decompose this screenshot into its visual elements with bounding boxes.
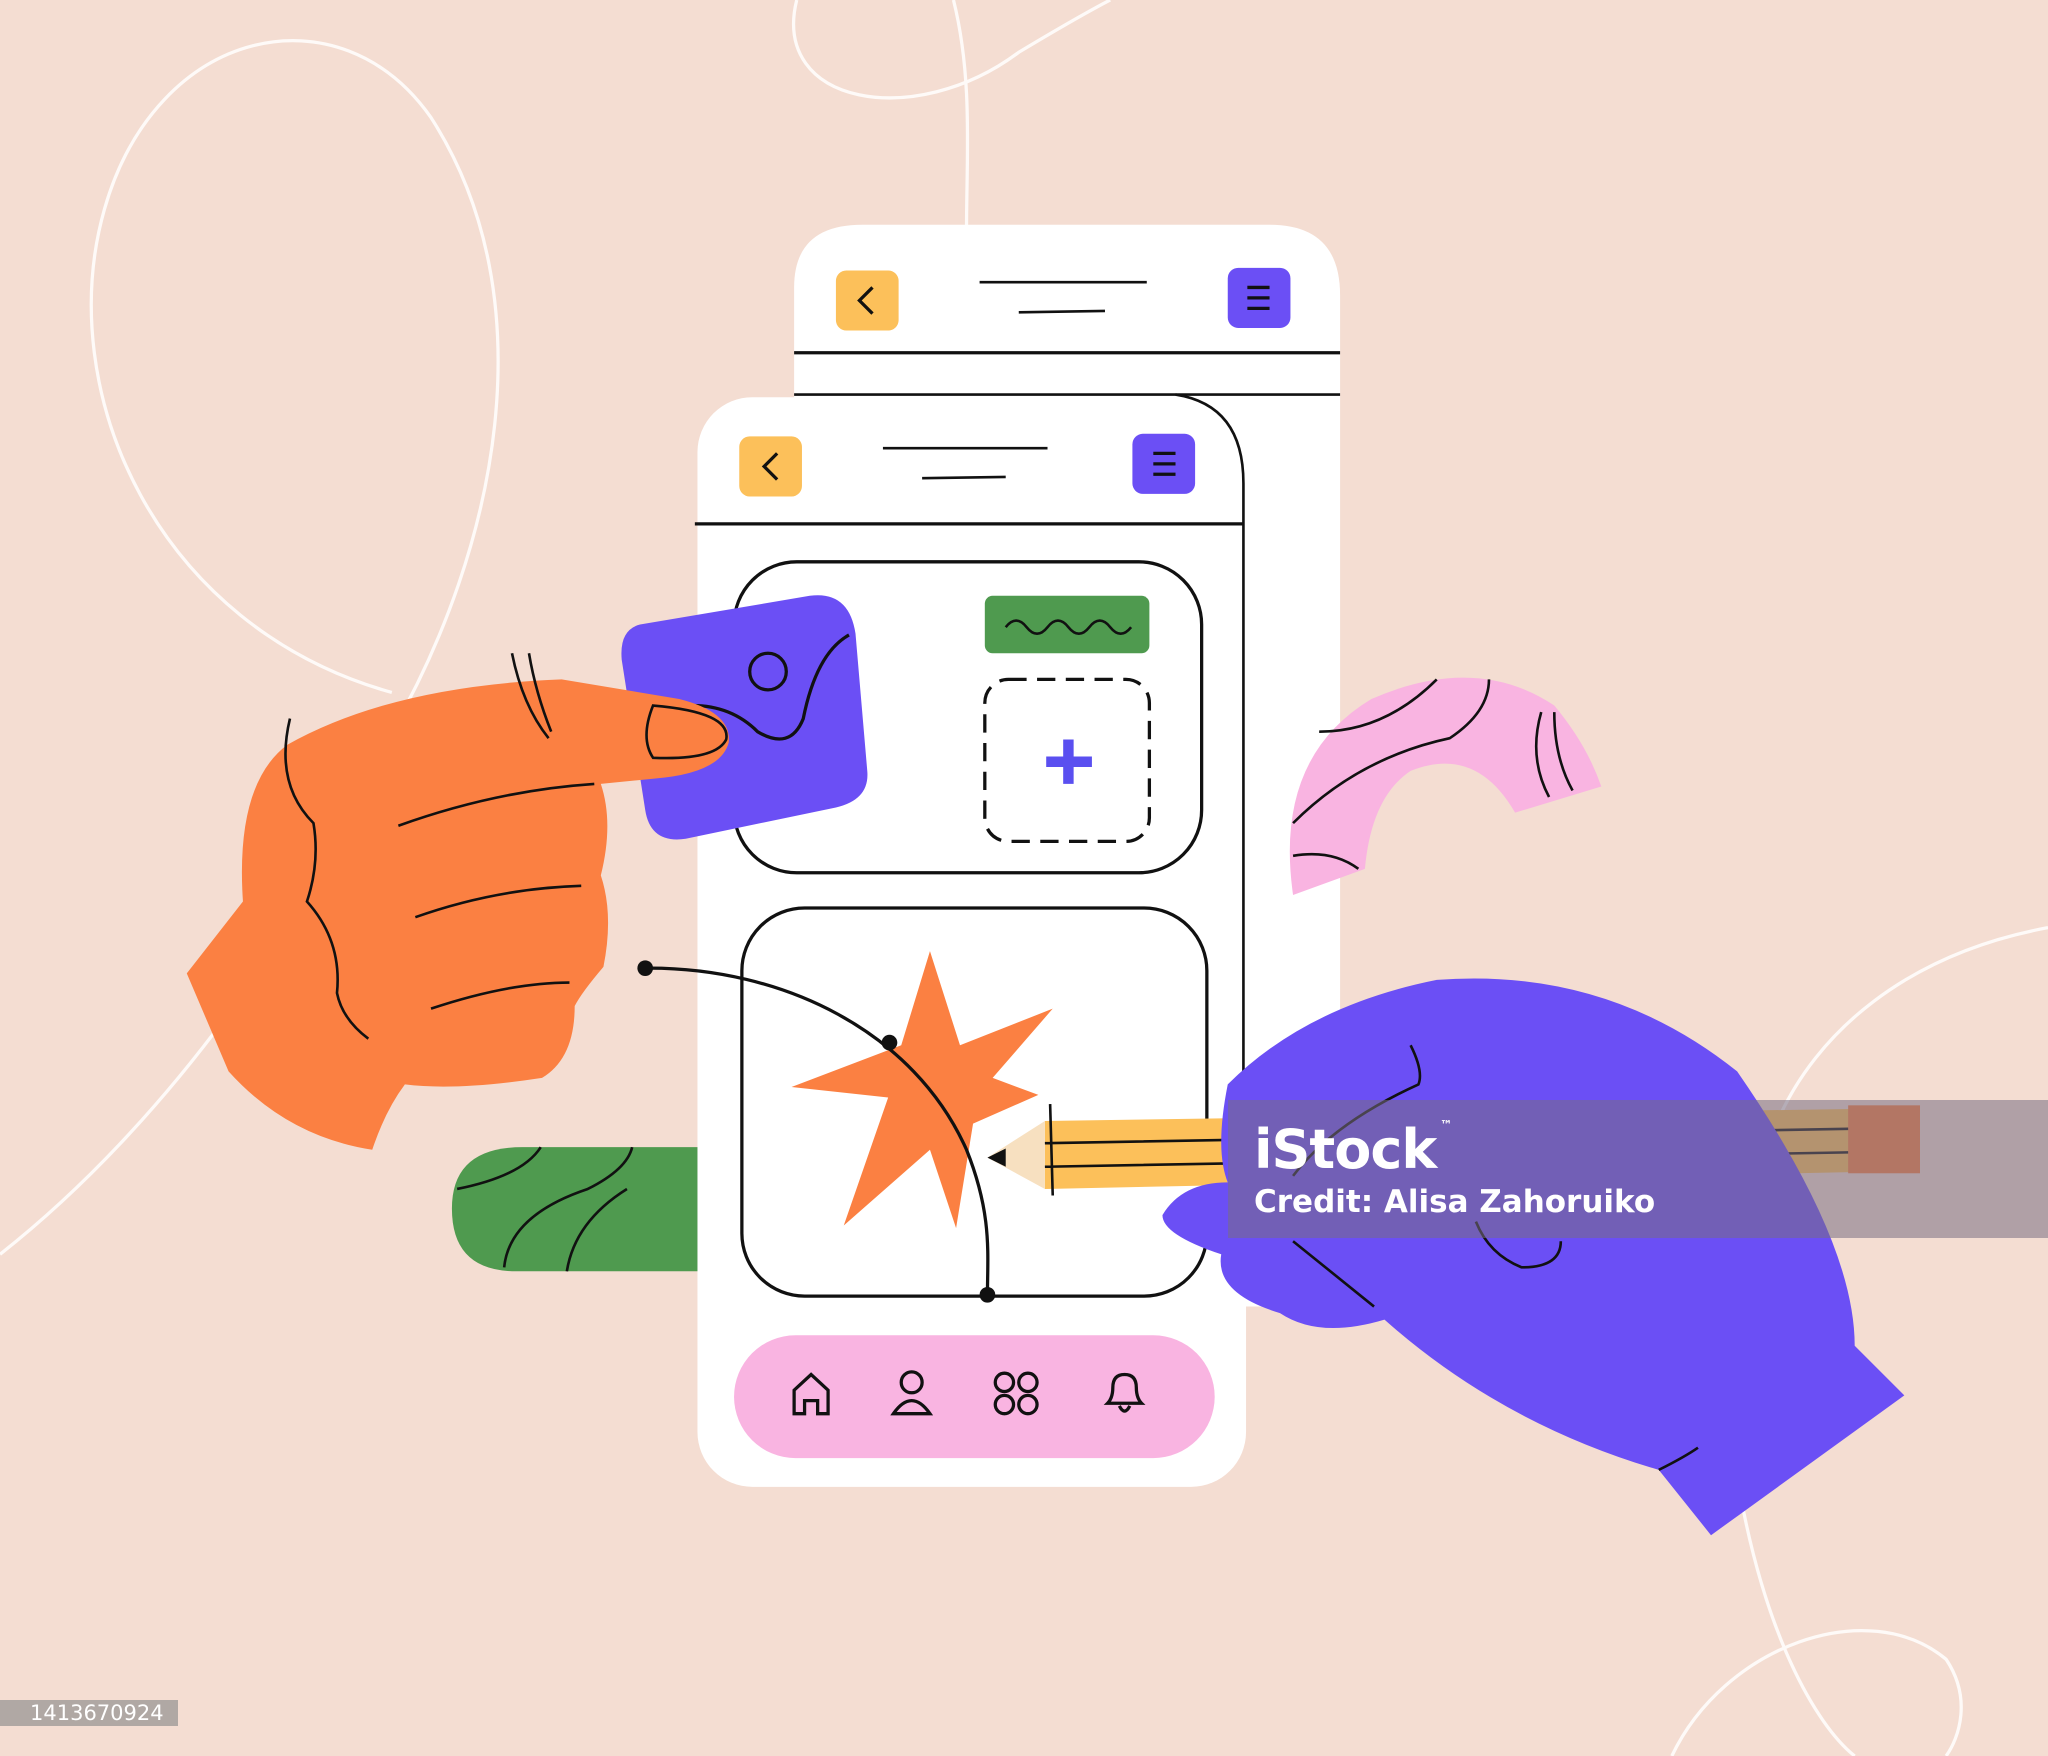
watermark-logo: iStock ™ xyxy=(1254,1118,1452,1181)
back-chevron-icon xyxy=(835,270,899,331)
watermark-credit: Credit: Alisa Zahoruiko xyxy=(1254,1184,1656,1220)
front-phone-screen xyxy=(637,393,1247,1487)
watermark-trademark: ™ xyxy=(1440,1118,1452,1132)
bottom-nav-bar xyxy=(734,1335,1215,1459)
image-id-label: 1413670924 xyxy=(0,1700,178,1726)
green-shape xyxy=(451,1147,698,1272)
illustration xyxy=(0,0,2048,1756)
back-chevron-icon xyxy=(739,436,802,497)
watermark-overlay: iStock ™ Credit: Alisa Zahoruiko xyxy=(1228,1100,2048,1238)
watermark-brand: iStock xyxy=(1254,1118,1437,1181)
